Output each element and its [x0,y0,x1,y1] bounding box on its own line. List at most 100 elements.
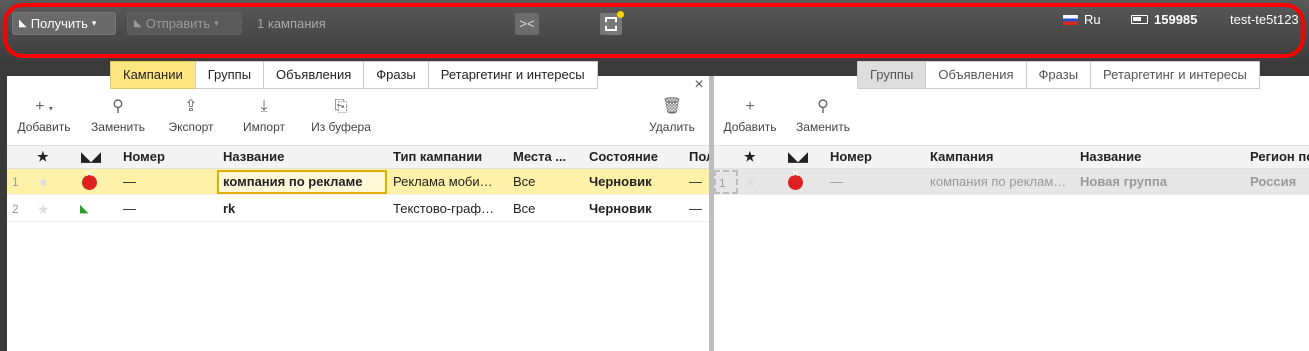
campaign-more: — [689,174,702,189]
export-icon: ⇪ [184,98,198,115]
row-index: 1 [714,170,738,194]
search-icon: ⚲ [112,98,124,115]
tab-retargeting[interactable]: Ретаргетинг и интересы [427,61,598,89]
export-button[interactable]: ⇪ Экспорт [167,98,215,134]
send-button[interactable]: ◣ Отправить ▾ [127,12,242,35]
tab-ads-right[interactable]: Объявления [925,61,1026,89]
header-campaign[interactable]: Кампания [930,146,993,168]
header-status-icon[interactable]: ◣◢ [81,146,101,168]
header-name[interactable]: Название [223,146,284,168]
collapse-panels-button[interactable]: >< [515,13,539,35]
send-button-label: Отправить [145,16,211,31]
sent-status-icon: ◣ [80,203,89,215]
replace-button[interactable]: ⚲ Заменить [90,98,146,134]
group-name: Новая группа [1080,174,1167,189]
add-group-button[interactable]: + Добавить [722,98,778,134]
groups-table-header: ★ ◣◢ Номер Кампания Название Регион по [714,145,1309,169]
header-places[interactable]: Места ... [513,146,579,168]
plus-icon: + [745,98,755,115]
row-index: 1 [12,175,19,189]
balance[interactable]: 159985 [1131,12,1197,27]
trash-icon: 🗑 [661,98,683,115]
replace-group-label: Заменить [796,120,850,134]
error-status-icon [788,169,803,190]
paste-from-buffer-button[interactable]: ⎘ Из буфера [310,98,372,134]
search-icon: ⚲ [817,98,829,115]
group-region: Россия [1250,174,1297,189]
tab-campaigns[interactable]: Кампании [110,61,195,89]
table-row[interactable]: 1 ★ — компания по реклам… Новая группа Р… [714,169,1309,195]
film-icon[interactable] [600,11,624,35]
table-row[interactable]: 1 ★ — компания по рекламе Реклама моби… … [7,169,709,195]
star-icon[interactable]: ★ [37,169,50,195]
import-label: Импорт [243,120,285,134]
language-switcher[interactable]: Ru [1063,12,1101,27]
delete-label: Удалить [649,120,695,134]
chevron-down-icon: ▾ [91,18,97,28]
clipboard-icon: ⎘ [334,98,348,115]
delete-button[interactable]: 🗑 Удалить [648,98,696,134]
tab-retargeting-right[interactable]: Ретаргетинг и интересы [1090,61,1260,89]
campaign-more: — [689,201,702,216]
get-button-label: Получить [30,16,88,31]
campaign-state: Черновик [589,174,652,189]
add-button[interactable]: + ▾ Добавить [17,98,71,134]
campaign-name: rk [223,201,236,216]
star-icon[interactable]: ★ [37,196,50,222]
group-campaign: компания по реклам… [930,174,1067,189]
cursor-icon: ◣ [19,18,27,29]
tab-groups[interactable]: Группы [194,61,264,89]
campaign-type: Реклама моби… [393,174,493,189]
import-icon: ⤓ [260,98,268,115]
campaign-places: Все [513,201,536,216]
russia-flag-icon [1063,14,1078,25]
replace-label: Заменить [91,120,145,134]
error-status-icon [82,169,97,190]
left-tabs: Кампании Группы Объявления Фразы Ретарге… [110,61,598,89]
balance-value: 159985 [1154,12,1198,27]
header-region[interactable]: Регион по [1250,146,1309,168]
header-state[interactable]: Состояние [589,146,658,168]
header-star[interactable]: ★ [744,146,756,168]
right-tabs: Группы Объявления Фразы Ретаргетинг и ин… [857,61,1260,89]
add-group-label: Добавить [723,120,777,134]
send-icon: ◣ [134,18,142,29]
tab-phrases[interactable]: Фразы [363,61,428,89]
row-index: 2 [12,202,19,216]
campaign-name-editor[interactable]: компания по рекламе [217,170,387,194]
campaign-state: Черновик [589,201,652,216]
table-row[interactable]: 2 ★ ◣ — rk Текстово-граф… Все Черновик — [7,196,709,222]
top-toolbar: ◣ Получить ▾ ◣ Отправить ▾ 1 кампания ><… [0,0,1309,62]
close-icon[interactable]: × [692,77,706,93]
export-label: Экспорт [168,120,214,134]
chevron-down-icon: ▾ [214,18,219,28]
header-star[interactable]: ★ [37,146,49,168]
replace-group-button[interactable]: ⚲ Заменить [795,98,851,134]
header-number[interactable]: Номер [830,146,872,168]
get-button[interactable]: ◣ Получить ▾ [12,12,116,35]
from-buffer-label: Из буфера [311,120,371,134]
campaign-type: Текстово-граф… [393,201,495,216]
header-more[interactable]: Пол [689,146,709,168]
film-strip-shape [605,17,617,31]
tab-groups-right[interactable]: Группы [857,61,926,89]
battery-icon [1131,15,1148,24]
campaigns-table-header: ★ ◣◢ Номер Название Тип кампании Места .… [7,145,709,169]
campaign-count: 1 кампания [257,16,326,31]
campaign-number: — [123,174,136,189]
header-type[interactable]: Тип кампании [393,146,482,168]
header-number[interactable]: Номер [123,146,165,168]
add-label: Добавить [17,120,71,134]
import-button[interactable]: ⤓ Импорт [242,98,286,134]
tab-phrases-right[interactable]: Фразы [1025,61,1091,89]
campaign-number: — [123,201,136,216]
star-icon[interactable]: ★ [744,169,757,195]
header-group-name[interactable]: Название [1080,146,1141,168]
group-number: — [830,174,843,189]
user-login[interactable]: test-te5t123 [1230,12,1299,27]
plus-icon: + ▾ [35,98,53,115]
campaign-places: Все [513,174,536,189]
tab-ads[interactable]: Объявления [263,61,364,89]
header-status-icon[interactable]: ◣◢ [788,146,808,168]
notification-dot [617,11,624,18]
